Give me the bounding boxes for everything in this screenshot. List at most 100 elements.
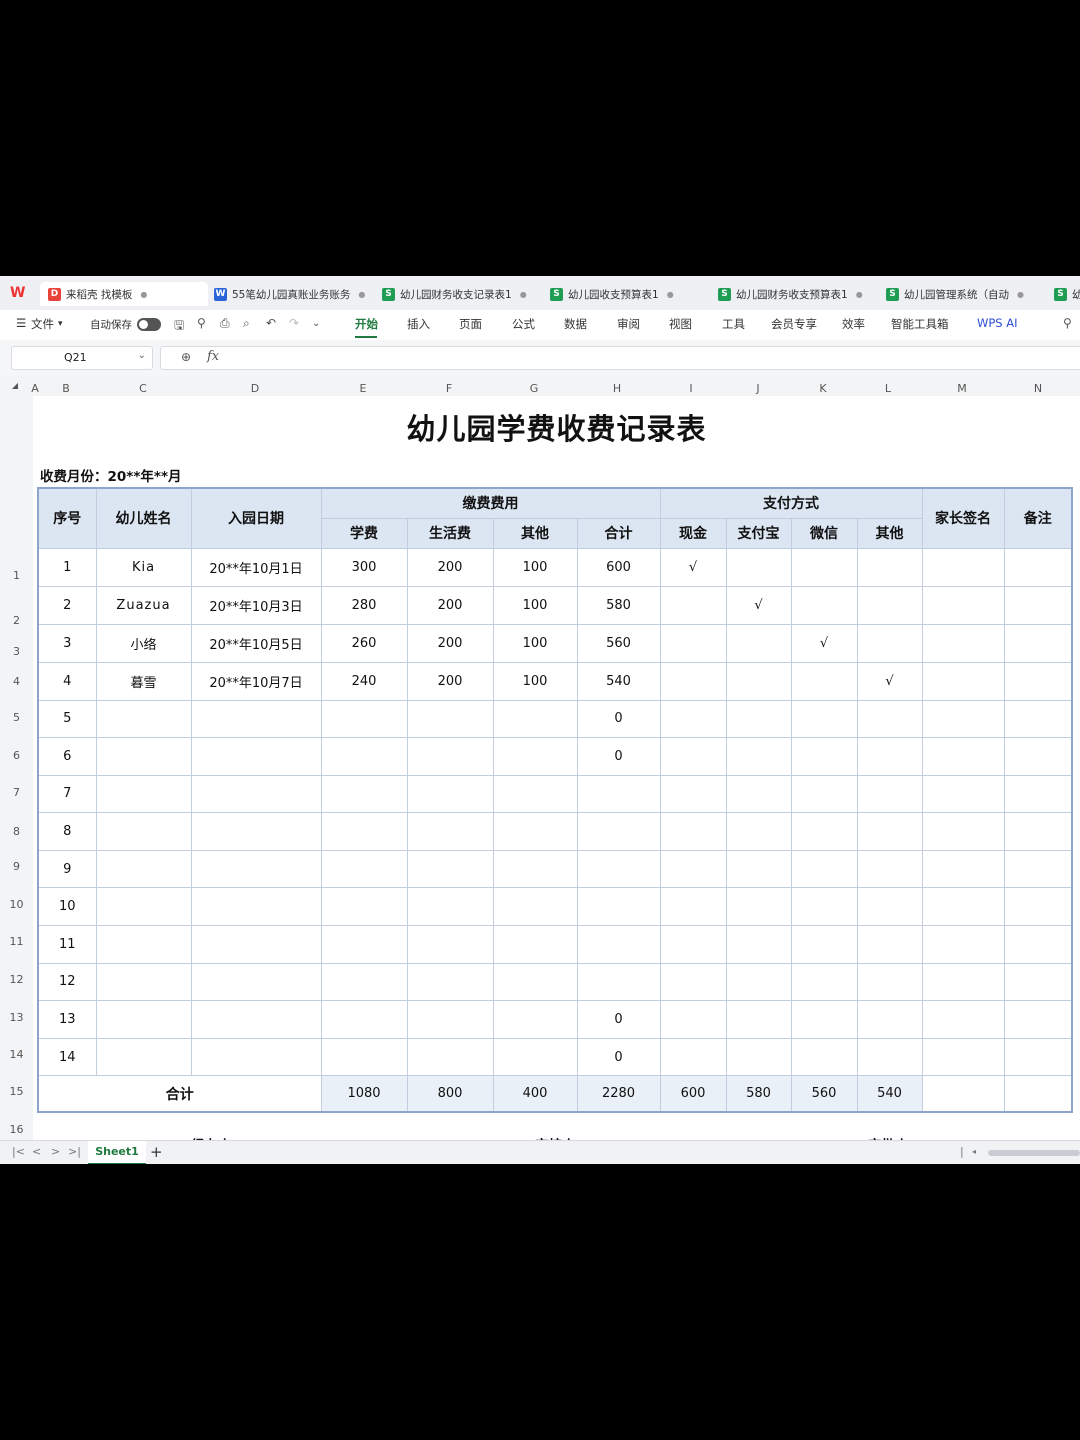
doc-tab[interactable]: D 来稻壳 找模板 ● — [40, 282, 208, 306]
cell-pay-alipay[interactable] — [725, 737, 792, 776]
cell-pay-other[interactable] — [856, 547, 923, 587]
cell-pay-other[interactable] — [856, 962, 923, 1002]
chevron-down-icon[interactable]: ⌄ — [138, 350, 146, 361]
print-preview-icon[interactable]: ⌕ — [243, 316, 250, 331]
cell-pay-other[interactable] — [856, 849, 923, 889]
column-header[interactable]: C — [133, 382, 153, 395]
cell-total[interactable]: 0 — [576, 1000, 661, 1039]
cell-pay-cash[interactable] — [659, 812, 727, 851]
column-header[interactable]: A — [25, 382, 45, 395]
cell-tuition[interactable] — [320, 737, 408, 776]
cell-no[interactable]: 14 — [37, 1037, 97, 1077]
cell-pay-wechat[interactable] — [790, 925, 858, 964]
cell-pay-alipay[interactable] — [725, 887, 792, 927]
cell-pay-other[interactable] — [856, 1000, 923, 1039]
cell-date[interactable] — [190, 925, 322, 964]
cell-pay-wechat[interactable] — [790, 849, 858, 889]
doc-tab[interactable]: S 幼儿园财务收支预算表1 ● — [710, 282, 878, 306]
header-living[interactable]: 生活费 — [406, 517, 494, 549]
column-header[interactable]: M — [952, 382, 972, 395]
cell-pay-other[interactable] — [856, 925, 923, 964]
last-sheet-icon[interactable]: >| — [68, 1145, 81, 1158]
row-header[interactable]: 2 — [0, 614, 33, 627]
total-wechat[interactable]: 560 — [790, 1075, 858, 1113]
cell-signature[interactable] — [921, 623, 1005, 663]
cell-other[interactable] — [492, 737, 578, 776]
cell-total[interactable]: 0 — [576, 699, 661, 739]
cell-other[interactable]: 100 — [492, 547, 578, 587]
cell-tuition[interactable] — [320, 812, 408, 851]
header-name[interactable]: 幼儿姓名 — [95, 487, 192, 549]
function-icon[interactable]: fx — [207, 349, 219, 364]
cell-name[interactable] — [95, 849, 192, 889]
cell-tuition[interactable] — [320, 1037, 408, 1077]
cell-tuition[interactable] — [320, 699, 408, 739]
ribbon-tab[interactable]: 插入 — [407, 316, 430, 332]
cell-name[interactable]: Zuazua — [95, 585, 192, 625]
column-header[interactable]: B — [56, 382, 76, 395]
cell-pay-cash[interactable] — [659, 623, 727, 663]
row-header[interactable]: 6 — [0, 749, 33, 762]
cell-date[interactable]: 20**年10月1日 — [190, 547, 322, 587]
cell-pay-alipay[interactable]: √ — [725, 585, 792, 625]
cell-no[interactable]: 7 — [37, 774, 97, 814]
cell-name[interactable] — [95, 1000, 192, 1039]
cell-living[interactable] — [406, 925, 494, 964]
cell-signature[interactable] — [921, 774, 1005, 814]
cell-living[interactable]: 200 — [406, 661, 494, 701]
cell-total[interactable] — [576, 812, 661, 851]
header-wechat[interactable]: 微信 — [790, 517, 858, 549]
ribbon-tab[interactable]: 公式 — [512, 316, 535, 332]
cell-tuition[interactable]: 240 — [320, 661, 408, 701]
share-icon[interactable]: ⚲ — [197, 316, 206, 330]
cell-note[interactable] — [1003, 1000, 1073, 1039]
cell-note[interactable] — [1003, 849, 1073, 889]
cell-date[interactable] — [190, 699, 322, 739]
row-header[interactable]: 14 — [0, 1048, 33, 1061]
cell-other[interactable] — [492, 1000, 578, 1039]
save-icon[interactable]: 🖫 — [174, 316, 184, 337]
cell-total[interactable] — [576, 887, 661, 927]
ribbon-tab[interactable]: 审阅 — [617, 316, 640, 332]
ribbon-tab[interactable]: 工具 — [722, 316, 745, 332]
totals-label[interactable]: 合计 — [37, 1075, 322, 1113]
ribbon-tab[interactable]: 开始 — [355, 316, 378, 332]
cell-pay-other[interactable] — [856, 585, 923, 625]
cell-date[interactable] — [190, 1037, 322, 1077]
column-header[interactable]: K — [813, 382, 833, 395]
cell-note[interactable] — [1003, 812, 1073, 851]
cell-pay-alipay[interactable] — [725, 547, 792, 587]
cell-living[interactable] — [406, 737, 494, 776]
cell-pay-wechat[interactable] — [790, 699, 858, 739]
cell-living[interactable] — [406, 812, 494, 851]
close-tab-icon[interactable]: ● — [358, 290, 365, 299]
cell-name[interactable] — [95, 1037, 192, 1077]
doc-tab[interactable]: W 55笔幼儿园真账业务账务 ● — [206, 282, 374, 306]
cell-other[interactable]: 100 — [492, 661, 578, 701]
cell-name[interactable]: 小络 — [95, 623, 192, 663]
cell-total[interactable] — [576, 925, 661, 964]
cell-other[interactable] — [492, 962, 578, 1002]
ribbon-tab[interactable]: 页面 — [459, 316, 482, 332]
cell-other[interactable] — [492, 774, 578, 814]
cell-living[interactable] — [406, 774, 494, 814]
name-box[interactable]: Q21 ⌄ — [11, 346, 153, 370]
cell-pay-wechat[interactable] — [790, 1037, 858, 1077]
cell-note[interactable] — [1003, 623, 1073, 663]
column-header[interactable]: J — [748, 382, 768, 395]
column-header[interactable]: E — [353, 382, 373, 395]
menu-icon[interactable]: ☰ — [16, 316, 26, 330]
cell-total[interactable]: 0 — [576, 737, 661, 776]
row-header[interactable]: 8 — [0, 825, 33, 838]
cell-pay-cash[interactable] — [659, 774, 727, 814]
redo-icon[interactable]: ↷ — [289, 316, 299, 330]
header-note[interactable]: 备注 — [1003, 487, 1073, 549]
cell-name[interactable] — [95, 962, 192, 1002]
ribbon-tab[interactable]: 会员专享 — [771, 316, 817, 332]
cell-pay-cash[interactable] — [659, 962, 727, 1002]
doc-tab[interactable]: S 幼儿园管理系统（自动 ● — [878, 282, 1046, 306]
cell-no[interactable]: 13 — [37, 1000, 97, 1039]
row-header[interactable]: 7 — [0, 786, 33, 799]
select-all-corner[interactable]: ◢ — [8, 381, 22, 390]
cell-pay-wechat[interactable] — [790, 1000, 858, 1039]
